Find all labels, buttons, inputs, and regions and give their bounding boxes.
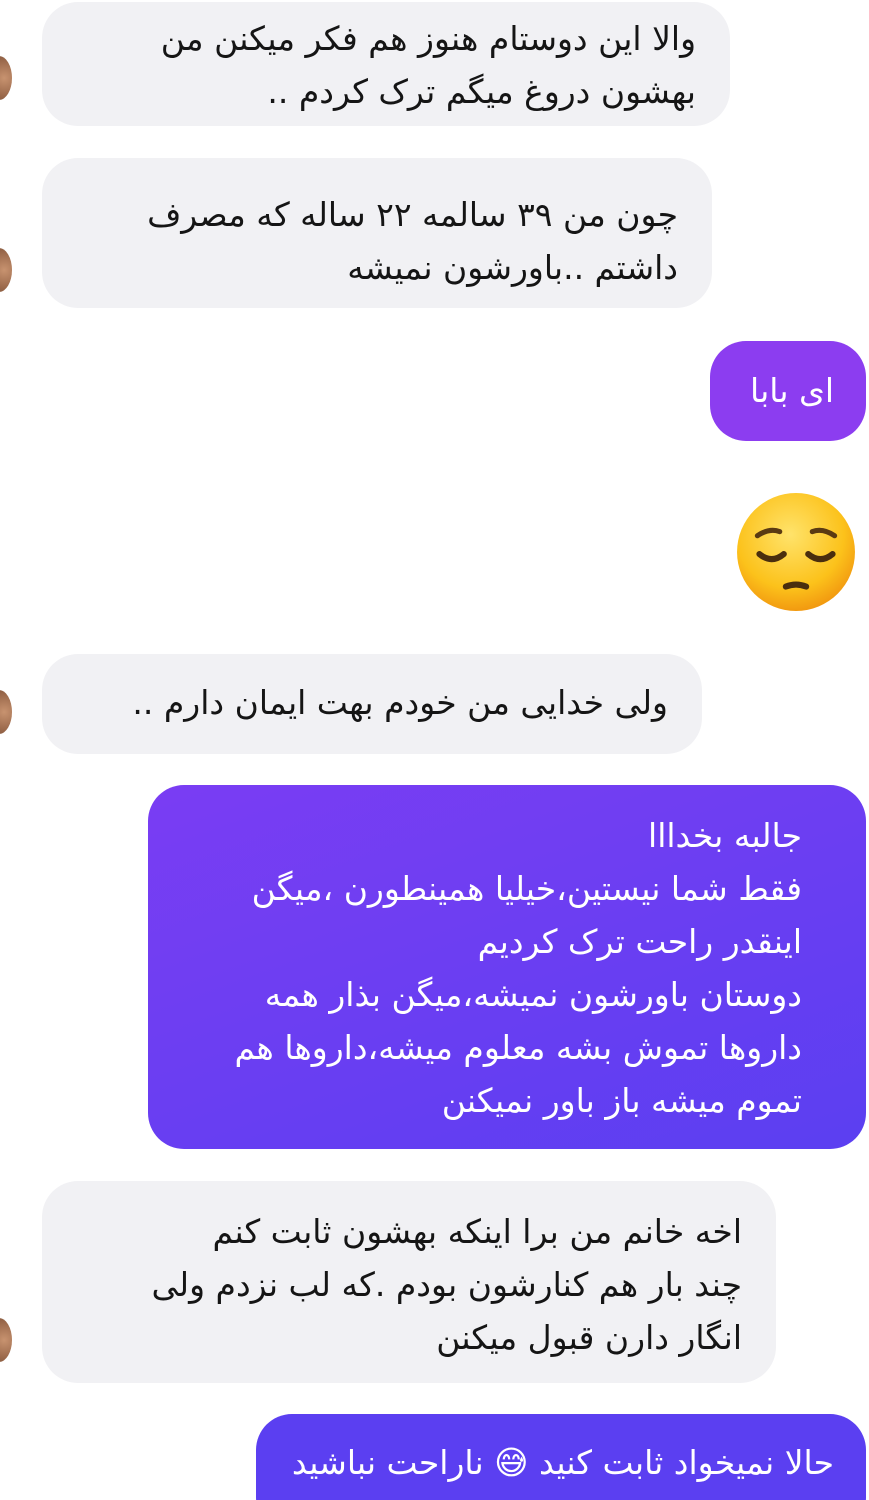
incoming-message[interactable]: چون من ۳۹ سالمه ۲۲ ساله که مصرف داشتم ..… [42, 158, 712, 308]
outgoing-message[interactable]: حالا نمیخواد ثابت کنید 😅 ناراحت نباشید [256, 1414, 866, 1500]
contact-avatar[interactable] [0, 248, 12, 292]
contact-avatar[interactable] [0, 1318, 12, 1362]
outgoing-message[interactable]: جالبه بخدااا فقط شما نیستین،خیلیا همینطو… [148, 785, 866, 1149]
outgoing-message[interactable]: ای بابا [710, 341, 866, 441]
chat-thread: والا این دوستام هنوز هم فکر میکنن من بهش… [0, 0, 869, 1500]
contact-avatar[interactable] [0, 690, 12, 734]
incoming-message[interactable]: والا این دوستام هنوز هم فکر میکنن من بهش… [42, 2, 730, 126]
contact-avatar[interactable] [0, 56, 12, 100]
incoming-message[interactable]: ولی خدایی من خودم بهت ایمان دارم .. [42, 654, 702, 754]
incoming-message[interactable]: اخه خانم من برا اینکه بهشون ثابت کنم چند… [42, 1181, 776, 1383]
pensive-face-icon[interactable] [735, 491, 857, 613]
